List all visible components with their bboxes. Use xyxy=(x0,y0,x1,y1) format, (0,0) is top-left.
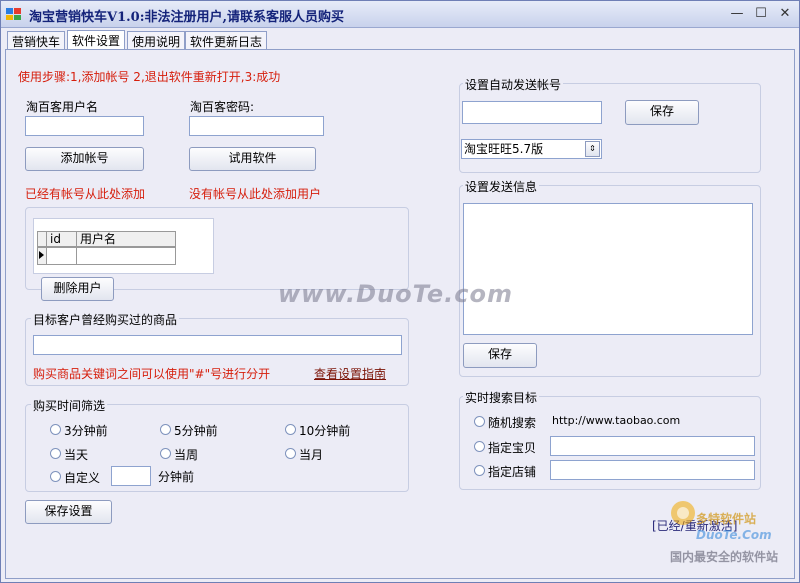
auto-account-save-button[interactable]: 保存 xyxy=(625,100,699,125)
duote-logo-icon xyxy=(671,501,695,525)
radio-custom-label: 自定义 xyxy=(64,471,101,485)
no-account-hint: 没有帐号从此处添加用户 xyxy=(189,187,322,201)
trial-software-button[interactable]: 试用软件 xyxy=(189,147,316,171)
username-label: 淘百客用户名 xyxy=(26,100,99,114)
grid-header-id: id xyxy=(46,231,77,247)
radio-this-week[interactable] xyxy=(160,448,171,459)
grid-cell-id[interactable] xyxy=(46,247,77,265)
custom-minutes-input[interactable] xyxy=(111,466,151,486)
settings-panel: 使用步骤:1,添加帐号 2,退出软件重新打开,3:成功 淘百客用户名 淘百客密码… xyxy=(5,49,795,579)
settings-guide-link[interactable]: 查看设置指南 xyxy=(314,365,386,382)
auto-account-input[interactable] xyxy=(462,101,602,124)
keyword-hint: 购买商品关键词之间可以使用"#"号进行分开 xyxy=(33,367,271,381)
radio-this-month[interactable] xyxy=(285,448,296,459)
add-account-button[interactable]: 添加帐号 xyxy=(25,147,144,171)
radio-this-week-label: 当周 xyxy=(174,448,199,462)
realtime-search-title: 实时搜索目标 xyxy=(463,389,540,406)
client-version-select[interactable]: 淘宝旺旺5.7版 ⇕ xyxy=(461,139,602,159)
radio-this-month-label: 当月 xyxy=(299,448,324,462)
auto-account-group xyxy=(459,83,761,173)
username-input[interactable] xyxy=(25,116,144,136)
tab-changelog[interactable]: 软件更新日志 xyxy=(185,31,268,50)
duote-logo-en: DuoTe.Com xyxy=(696,528,772,542)
password-label: 淘百客密码: xyxy=(190,100,255,114)
usage-steps: 使用步骤:1,添加帐号 2,退出软件重新打开,3:成功 xyxy=(18,70,281,84)
message-textarea[interactable] xyxy=(463,203,753,335)
save-settings-button[interactable]: 保存设置 xyxy=(25,500,112,524)
app-icon xyxy=(6,8,21,20)
random-search-url: http://www.taobao.com xyxy=(552,414,681,427)
specified-shop-label: 指定店铺 xyxy=(488,465,537,479)
radio-specified-item[interactable] xyxy=(474,441,485,452)
radio-10min-label: 10分钟前 xyxy=(299,424,351,438)
products-group-title: 目标客户曾经购买过的商品 xyxy=(31,311,180,328)
random-search-label: 随机搜索 xyxy=(488,416,537,430)
minimize-button[interactable]: — xyxy=(727,5,747,23)
radio-5min[interactable] xyxy=(160,424,171,435)
auto-account-title: 设置自动发送帐号 xyxy=(463,76,564,93)
products-input[interactable] xyxy=(33,335,402,355)
grid-header-username: 用户名 xyxy=(76,231,176,247)
duote-slogan: 国内最安全的软件站 xyxy=(670,550,779,564)
radio-10min[interactable] xyxy=(285,424,296,435)
has-account-hint: 已经有帐号从此处添加 xyxy=(25,187,146,201)
tab-marketing[interactable]: 营销快车 xyxy=(7,31,66,50)
radio-3min-label: 3分钟前 xyxy=(64,424,108,438)
specified-item-label: 指定宝贝 xyxy=(488,441,537,455)
user-grid[interactable]: id 用户名 xyxy=(33,218,214,274)
grid-cell-username[interactable] xyxy=(76,247,176,265)
tab-instructions[interactable]: 使用说明 xyxy=(127,31,186,50)
radio-custom[interactable] xyxy=(50,471,61,482)
radio-5min-label: 5分钟前 xyxy=(174,424,218,438)
radio-today[interactable] xyxy=(50,448,61,459)
radio-random-search[interactable] xyxy=(474,416,485,427)
dropdown-arrow-icon[interactable]: ⇕ xyxy=(585,141,600,157)
specified-item-input[interactable] xyxy=(550,436,755,456)
title-bar: 淘宝营销快车V1.0:非法注册用户,请联系客服人员购买 — ☐ ✕ xyxy=(1,1,799,28)
radio-3min[interactable] xyxy=(50,424,61,435)
specified-shop-input[interactable] xyxy=(550,460,755,480)
custom-minutes-suffix: 分钟前 xyxy=(158,470,195,484)
app-window: 淘宝营销快车V1.0:非法注册用户,请联系客服人员购买 — ☐ ✕ 营销快车 软… xyxy=(0,0,800,583)
duote-watermark: www.DuoTe.com xyxy=(278,280,513,308)
tab-settings[interactable]: 软件设置 xyxy=(67,30,126,51)
duote-logo-cn: 多特软件站 xyxy=(696,512,757,526)
client-version-value: 淘宝旺旺5.7版 xyxy=(464,142,544,156)
password-input[interactable] xyxy=(189,116,324,136)
time-filter-title: 购买时间筛选 xyxy=(31,397,108,414)
close-button[interactable]: ✕ xyxy=(775,5,795,23)
radio-specified-shop[interactable] xyxy=(474,465,485,476)
message-save-button[interactable]: 保存 xyxy=(463,343,537,368)
window-title: 淘宝营销快车V1.0:非法注册用户,请联系客服人员购买 xyxy=(29,10,345,25)
radio-today-label: 当天 xyxy=(64,448,89,462)
delete-user-button[interactable]: 删除用户 xyxy=(41,277,114,301)
row-pointer-icon xyxy=(39,251,44,259)
maximize-button[interactable]: ☐ xyxy=(751,5,771,23)
message-title: 设置发送信息 xyxy=(463,178,540,195)
